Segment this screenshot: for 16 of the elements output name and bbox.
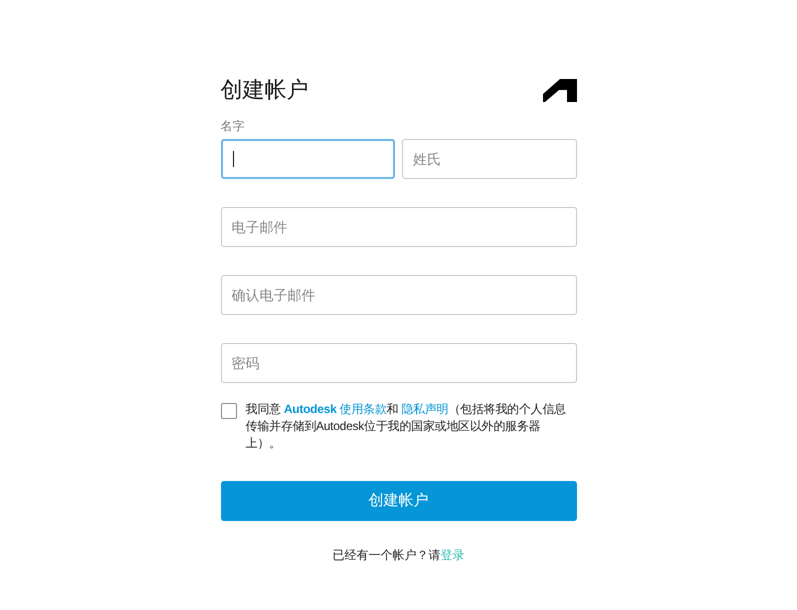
email-field[interactable]: 电子邮件 — [220, 207, 576, 247]
first-name-field[interactable] — [220, 139, 395, 179]
page-title: 创建帐户 — [220, 76, 308, 104]
login-link[interactable]: 登录 — [440, 548, 464, 562]
last-name-field[interactable]: 姓氏 — [402, 139, 576, 179]
login-prompt-text: 已经有一个帐户？请登录 — [332, 547, 466, 564]
logo-icon — [542, 78, 576, 102]
agree-checkbox[interactable] — [220, 403, 236, 419]
create-account-button[interactable]: 创建帐户 — [220, 481, 576, 521]
terms-link[interactable]: 隐私声明 — [401, 402, 448, 416]
text-cursor-icon — [232, 151, 234, 167]
password-field[interactable]: 密码 — [220, 343, 576, 383]
terms-link[interactable]: Autodesk 使用条款 — [284, 402, 387, 416]
field-label: 名字 — [220, 118, 246, 134]
confirm-email-field[interactable]: 确认电子邮件 — [220, 275, 576, 315]
agreement-text: 我同意 Autodesk 使用条款和 隐私声明（包括将我的个人信息传输并存储到Autodesk位于我的国家或地区以外的服务器上）。 — [246, 401, 567, 452]
